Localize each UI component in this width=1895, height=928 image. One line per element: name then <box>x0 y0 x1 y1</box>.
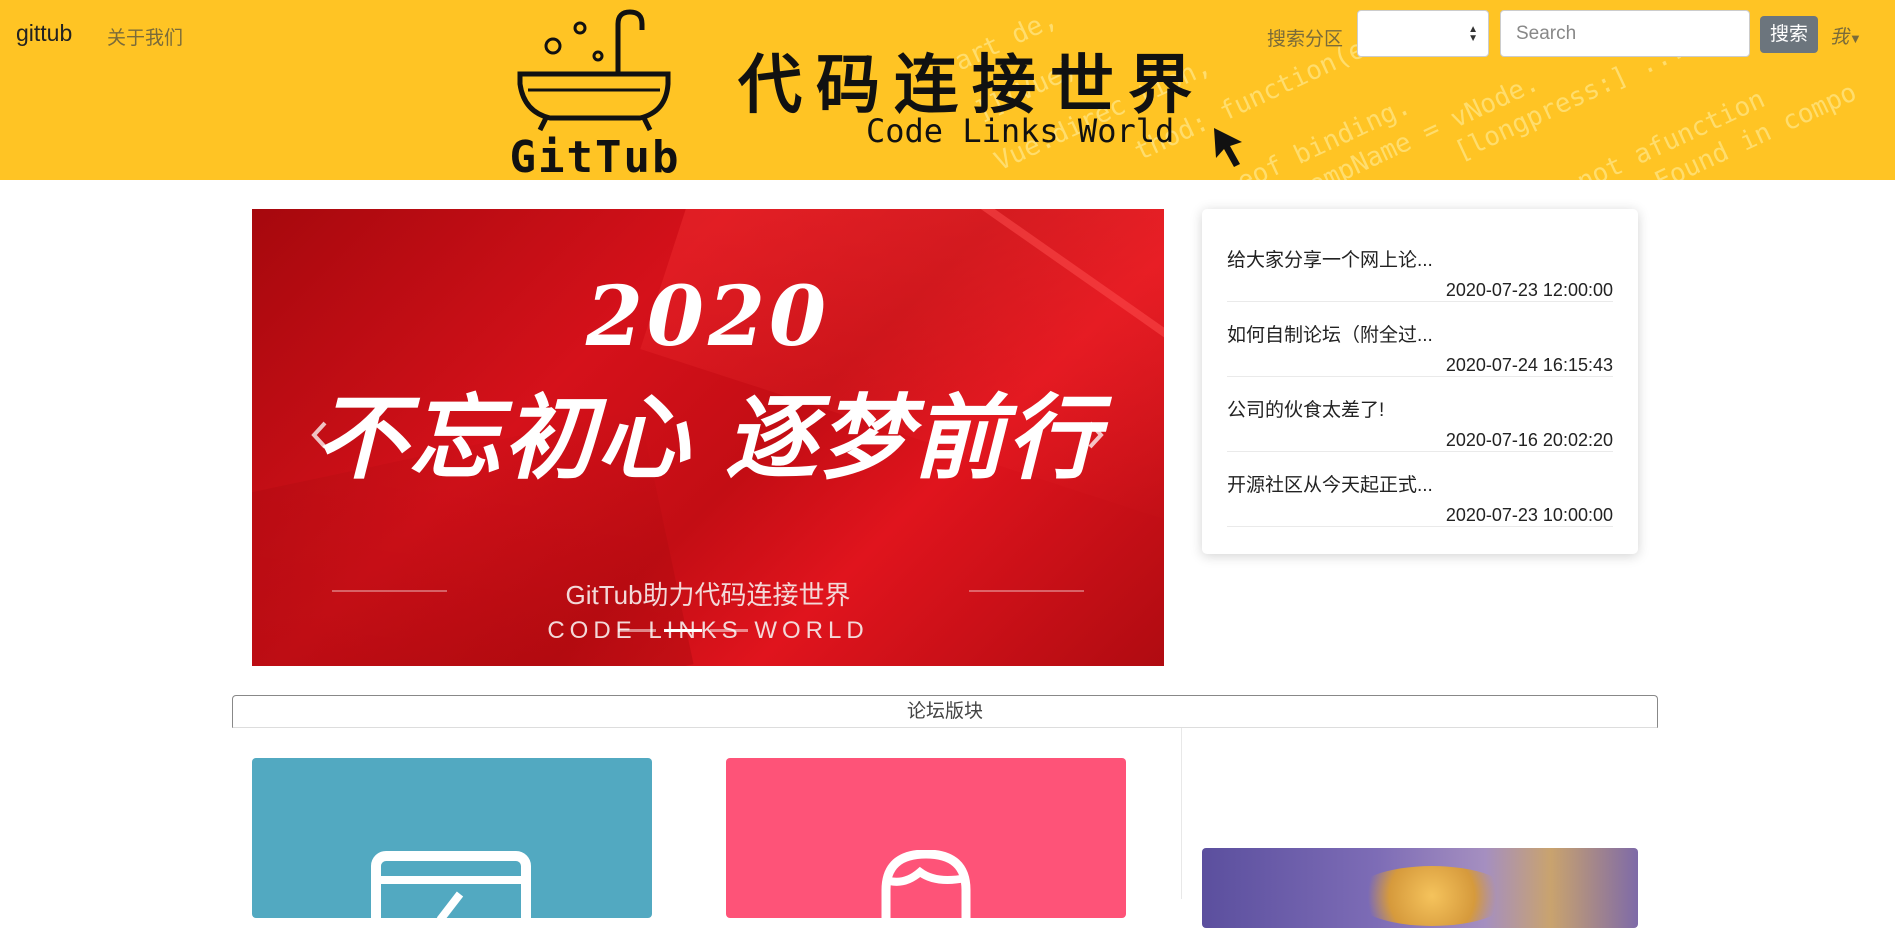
post-title[interactable]: 公司的伙食太差了! <box>1227 395 1613 422</box>
post-title[interactable]: 如何自制论坛（附全过... <box>1227 320 1613 347</box>
caret-down-icon: ▼ <box>1849 31 1862 46</box>
document-edit-icon <box>371 851 531 918</box>
column-divider <box>1181 728 1182 899</box>
post-time: 2020-07-23 10:00:00 <box>1445 505 1613 525</box>
carousel-indicator[interactable] <box>618 629 656 632</box>
logo-wordmark: GitTub <box>509 132 681 180</box>
slide-headline: 不忘初心 逐梦前行 <box>314 384 1102 492</box>
chevron-left-icon <box>311 421 327 449</box>
search-button[interactable]: 搜索 <box>1760 16 1818 53</box>
carousel-indicators <box>618 629 798 633</box>
brand-link[interactable]: gittub <box>16 20 72 47</box>
post-title[interactable]: 给大家分享一个网上论... <box>1227 245 1613 272</box>
carousel-indicator[interactable] <box>710 629 748 632</box>
post-item[interactable]: 公司的伙食太差了! 2020-07-16 20:02:20 <box>1227 377 1613 452</box>
site-header: art de, ]](Vue), Vue.direc tion, thod: f… <box>0 0 1895 180</box>
post-time: 2020-07-24 16:15:43 <box>1445 355 1613 375</box>
latest-posts-card: 给大家分享一个网上论... 2020-07-23 12:00:00 如何自制论坛… <box>1202 209 1638 554</box>
select-arrows-icon: ▲ ▼ <box>1468 24 1478 44</box>
nav-about-link[interactable]: 关于我们 <box>107 23 183 50</box>
post-time: 2020-07-16 20:02:20 <box>1445 430 1613 450</box>
image-carousel[interactable]: 2020 不忘初心 逐梦前行 GitTub助力代码连接世界 CODE LINKS… <box>252 209 1164 666</box>
slide-year: 2020 <box>585 269 831 365</box>
user-avatar-icon <box>881 850 971 918</box>
carousel-next-button[interactable] <box>1075 414 1115 454</box>
user-menu-dropdown[interactable]: 我▼ <box>1830 22 1862 49</box>
forum-section-title: 论坛版块 <box>232 695 1658 728</box>
slide-subtitle-cn: GitTub助力代码连接世界 <box>565 580 851 610</box>
slogan-english: Code Links World <box>866 112 1175 150</box>
post-item[interactable]: 给大家分享一个网上论... 2020-07-23 12:00:00 <box>1227 227 1613 302</box>
featured-image-card[interactable] <box>1202 848 1638 928</box>
post-item[interactable]: 开源社区从今天起正式... 2020-07-23 10:00:00 <box>1227 452 1613 527</box>
post-title[interactable]: 开源社区从今天起正式... <box>1227 470 1613 497</box>
user-menu-label: 我 <box>1830 27 1850 48</box>
cursor-arrow-icon <box>1214 128 1242 167</box>
search-input[interactable]: Search <box>1500 10 1750 57</box>
search-section-label: 搜索分区 <box>1267 29 1344 50</box>
forum-tile-pink[interactable] <box>726 758 1126 918</box>
search-section-select[interactable]: ▲ ▼ <box>1357 10 1489 57</box>
forum-tile-blue[interactable] <box>252 758 652 918</box>
carousel-prev-button[interactable] <box>300 414 340 454</box>
post-time: 2020-07-23 12:00:00 <box>1445 280 1613 300</box>
carousel-indicator-active[interactable] <box>664 629 702 632</box>
post-item[interactable]: 如何自制论坛（附全过... 2020-07-24 16:15:43 <box>1227 302 1613 377</box>
chevron-right-icon <box>1088 421 1104 449</box>
